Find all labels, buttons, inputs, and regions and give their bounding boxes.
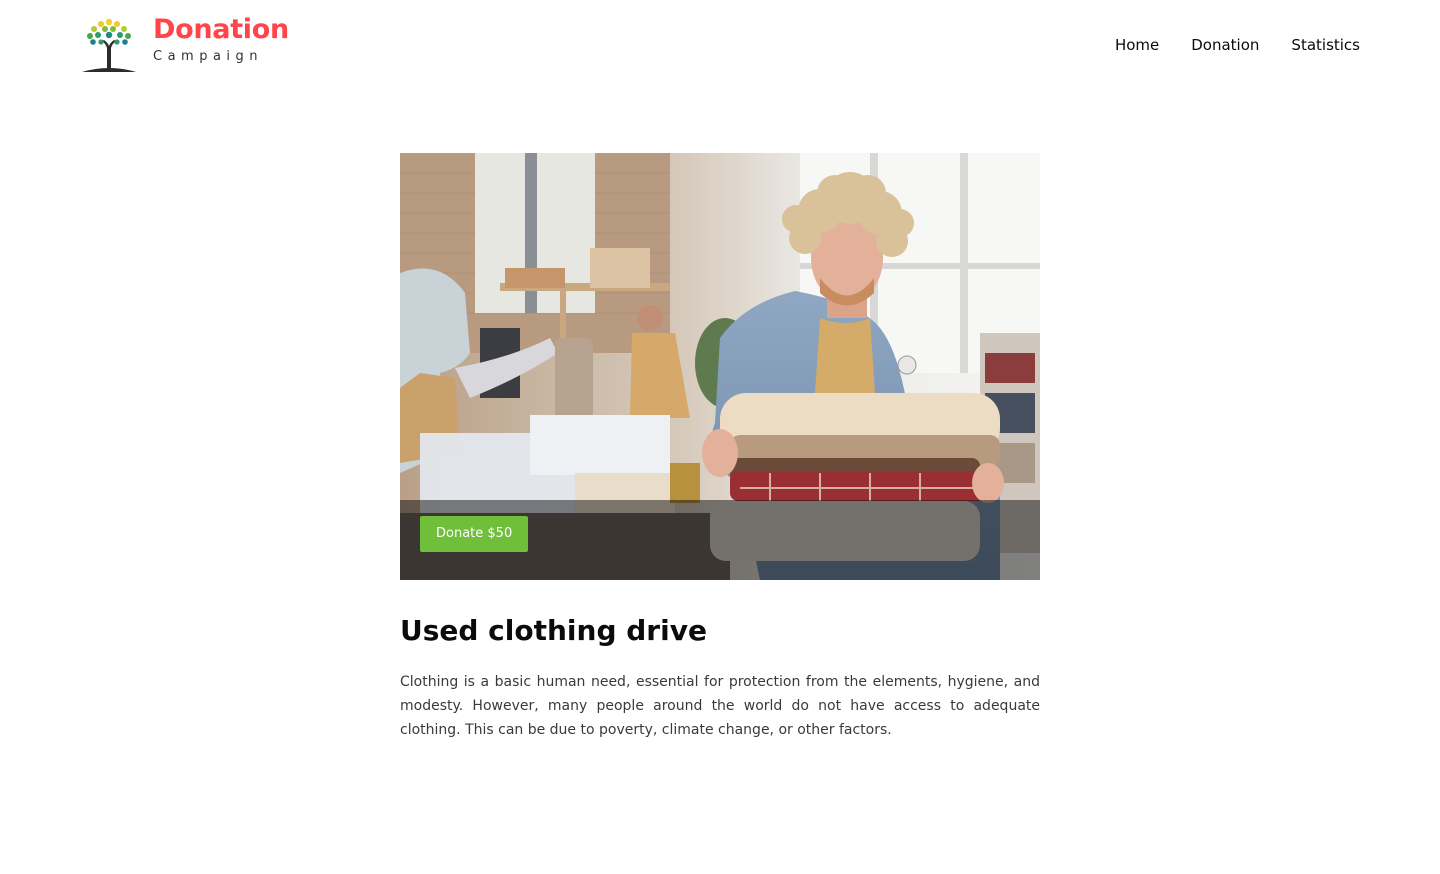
campaign-description: Clothing is a basic human need, essentia… xyxy=(400,674,1040,738)
logo-subtitle: Campaign xyxy=(153,49,264,64)
logo-text: Donation Campaign xyxy=(153,14,289,65)
logo-title: Donation xyxy=(153,14,289,45)
campaign-image: Donate $50 xyxy=(400,153,1040,580)
nav-statistics-link[interactable]: Statistics xyxy=(1291,34,1360,56)
nav-home-link[interactable]: Home xyxy=(1115,34,1159,56)
tree-logo-icon xyxy=(82,18,136,72)
site-logo[interactable]: Donation Campaign xyxy=(80,14,290,76)
campaign-detail: Donate $50 Used clothing drive Clothing … xyxy=(400,153,1040,742)
image-overlay: Donate $50 xyxy=(400,500,1040,580)
nav-donation-link[interactable]: Donation xyxy=(1191,34,1259,56)
campaign-title: Used clothing drive xyxy=(400,614,707,647)
site-header: Donation Campaign Home Donation Statisti… xyxy=(0,0,1440,90)
donate-button[interactable]: Donate $50 xyxy=(420,516,529,552)
main-nav: Home Donation Statistics xyxy=(1115,34,1360,56)
